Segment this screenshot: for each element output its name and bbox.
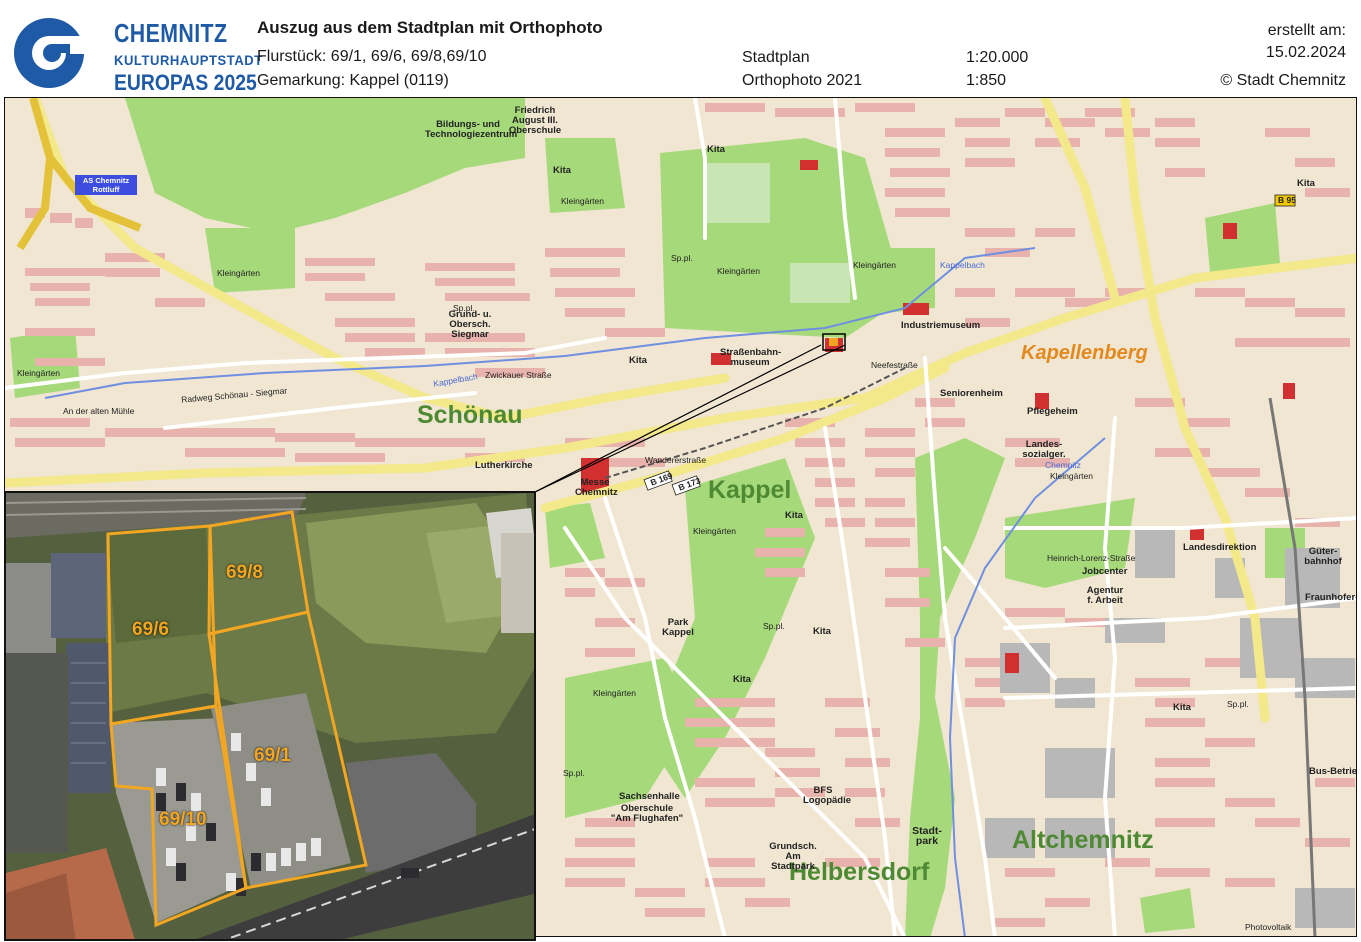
district-altchemnitz: Altchemnitz [1012, 826, 1154, 854]
district-schoenau: Schönau [417, 401, 523, 429]
label-kita-7: Kita [1173, 702, 1191, 713]
label-bildungszentrum: Bildungs- und Technologiezentrum [425, 119, 518, 140]
parcel-label-69-1: 69/1 [254, 745, 291, 766]
label-photovoltaik: Photovoltaik [1245, 922, 1292, 932]
label-lutherkirche: Lutherkirche [475, 460, 533, 471]
label-kleingaerten-6: Kleingärten [693, 526, 737, 536]
road-badge-b95: B 95 [1278, 195, 1296, 205]
label-park-kappel: Park Kappel [662, 617, 694, 638]
label-obersch-flughafen: Oberschule "Am Flughafen" [610, 803, 684, 824]
label-stadtpark: Stadt-park [912, 825, 942, 847]
label-kita-6: Kita [733, 674, 751, 685]
orthophoto-label: Orthophoto 2021 [742, 72, 863, 89]
label-kleingaerten-3: Kleingärten [717, 266, 761, 276]
label-fraunhofer: Fraunhofer-Inst. [1305, 592, 1356, 603]
label-sppl-3: Sp.pl. [763, 621, 785, 631]
label-sppl-1: Sp.pl. [453, 303, 475, 313]
label-agentur: Agentur f. Arbeit [1086, 585, 1124, 606]
label-kita-4: Kita [785, 510, 803, 521]
chemnitz-logo: CHEMNITZ KULTURHAUPTSTADT EUROPAS 2025 [8, 14, 262, 96]
label-sachsenhalle: Sachsenhalle [619, 791, 680, 802]
logo-line-europas: EUROPAS 2025 [114, 70, 257, 95]
label-sppl-5: Sp.pl. [1227, 699, 1249, 709]
created-label: erstellt am: [1267, 22, 1346, 39]
logo-line-city: CHEMNITZ [114, 18, 228, 48]
label-kleingaerten-7: Kleingärten [593, 688, 637, 698]
orthophoto-inset[interactable]: 69/8 69/6 69/1 69/10 [4, 491, 536, 941]
orthophoto-scale: 1:850 [966, 72, 1007, 89]
created-date: 15.02.2024 [1265, 44, 1346, 61]
stadtplan-scale: 1:20.000 [966, 49, 1029, 66]
page-title: Auszug aus dem Stadtplan mit Orthophoto [257, 18, 603, 37]
flurstueck-text: Flurstück: 69/1, 69/6, 69/8,69/10 [257, 48, 487, 65]
label-seniorenheim: Seniorenheim [940, 388, 1003, 399]
label-neefestrasse: Neefestraße [871, 360, 918, 370]
label-kleingaerten-2: Kleingärten [561, 196, 605, 206]
parcel-label-69-6: 69/6 [132, 619, 169, 640]
label-kita-8: Kita [1297, 178, 1315, 189]
label-bfs: BFS Logopädie [803, 785, 852, 806]
parcel-label-69-10: 69/10 [159, 809, 207, 830]
label-kita-1: Kita [553, 165, 571, 176]
label-strassenbahnmuseum: Straßenbahn-museum [720, 347, 782, 368]
copyright-text: © Stadt Chemnitz [1220, 72, 1346, 89]
label-gueterbahnhof: Güter-bahnhof [1304, 546, 1342, 567]
label-wandererstrasse: Wandererstraße [645, 455, 707, 465]
label-kita-5: Kita [813, 626, 831, 637]
label-sppl-4: Sp.pl. [563, 768, 585, 778]
district-kappel: Kappel [708, 476, 792, 504]
label-grundschule-siegmar: Grund- u. Obersch. Siegmar [448, 309, 492, 340]
label-pflegeheim: Pflegeheim [1027, 406, 1078, 417]
label-oberschule: Friedrich August III. Oberschule [508, 105, 562, 136]
label-chemnitz-river: Chemnitz [1045, 460, 1081, 470]
gemarkung-text: Gemarkung: Kappel (0119) [257, 72, 449, 89]
label-kita-3: Kita [629, 355, 647, 366]
logo-line-kulturhauptstadt: KULTURHAUPTSTADT [114, 52, 263, 68]
label-kleingaerten-5: Kleingärten [17, 368, 61, 378]
label-messe: Messe Chemnitz [575, 477, 618, 498]
label-jobcenter: Jobcenter [1082, 566, 1128, 577]
label-heinrich-lorenz: Heinrich-Lorenz-Straße [1047, 553, 1136, 563]
district-kapellenberg: Kapellenberg [1021, 342, 1148, 364]
label-grundsch-stadtpark: Grundsch. Am Stadtpark [769, 841, 817, 872]
label-landesdirektion: Landesdirektion [1183, 542, 1257, 553]
label-landessozialger: Landes-sozialger. [1022, 439, 1066, 460]
label-kappelbach-2: Kappelbach [940, 260, 985, 270]
motorway-exit-badge: AS Chemnitz Rottluff [75, 175, 137, 195]
label-industriemuseum: Industriemuseum [901, 320, 981, 331]
label-kleingaerten-1: Kleingärten [217, 268, 261, 278]
label-kita-2: Kita [707, 144, 725, 155]
stadtplan-label: Stadtplan [742, 49, 810, 66]
label-sppl-2: Sp.pl. [671, 253, 693, 263]
label-zwickauer-strasse: Zwickauer Straße [485, 370, 552, 380]
chemnitz-logo-mark-icon [14, 18, 86, 88]
orthophoto-image [6, 493, 534, 939]
parcel-label-69-8: 69/8 [226, 562, 263, 583]
label-kleingaerten-4: Kleingärten [853, 260, 897, 270]
header: CHEMNITZ KULTURHAUPTSTADT EUROPAS 2025 A… [0, 0, 1361, 97]
label-kleingaerten-8: Kleingärten [1050, 471, 1094, 481]
label-bus-betriebshof: Bus-Betriebsh. [1309, 766, 1357, 777]
label-an-der-alten-muehle: An der alten Mühle [63, 406, 135, 416]
